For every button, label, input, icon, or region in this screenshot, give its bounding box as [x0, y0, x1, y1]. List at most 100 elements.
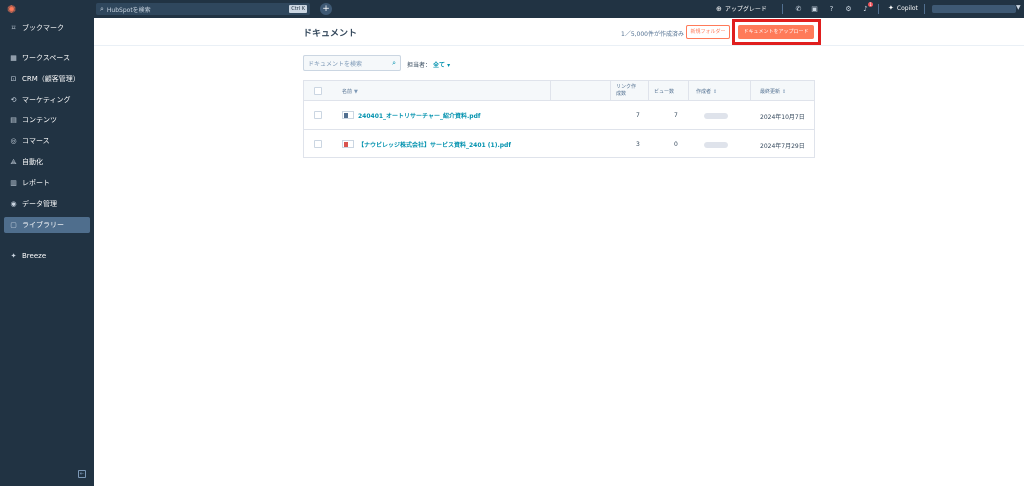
column-header-creator[interactable]: 作成者 ⇕ — [696, 88, 717, 95]
data-management-icon: ◉ — [10, 200, 17, 208]
column-divider — [648, 81, 649, 101]
help-icon[interactable]: ? — [827, 4, 836, 14]
topbar-divider — [924, 4, 925, 14]
view-count-cell: 0 — [674, 141, 678, 148]
updated-date-cell: 2024年7月29日 — [760, 143, 805, 150]
sort-icon: ⇕ — [713, 89, 718, 95]
select-all-checkbox[interactable] — [314, 87, 322, 95]
file-name-link[interactable]: 240401_オートリサーチャー_紹介資料.pdf — [358, 111, 480, 120]
bookmark-icon: ⌑ — [11, 24, 16, 32]
sort-desc-icon: ▼ — [354, 89, 358, 95]
column-divider — [610, 81, 611, 101]
main-content: ドキュメント 1／5,000件が作成済み 新規フォルダー ドキュメントをアップロ… — [94, 18, 1024, 486]
content-icon: ▤ — [10, 116, 17, 124]
sidebar: ✺ ⌑ ブックマーク ▦ ワークスペース ⊡ CRM（顧客管理） ⟲ マーケティ… — [0, 0, 94, 486]
table-header: 名前 ▼ リンク作成数 ビュー数 作成者 ⇕ 最終更新 ⇕ — [304, 81, 814, 101]
file-thumbnail — [342, 140, 354, 148]
document-count-text: 1／5,000件が作成済み — [621, 31, 684, 38]
sidebar-item-workspace[interactable]: ▦ ワークスペース — [4, 50, 90, 66]
sidebar-item-commerce[interactable]: ◎ コマース — [4, 133, 90, 149]
owner-filter-dropdown[interactable]: 全て ▾ — [433, 60, 450, 69]
search-icon[interactable]: ⌕ — [392, 59, 396, 68]
column-header-label: 最終更新 — [760, 89, 781, 95]
upgrade-label: アップグレード — [724, 6, 767, 13]
sidebar-item-content[interactable]: ▤ コンテンツ — [4, 112, 90, 128]
marketing-icon: ⟲ — [10, 96, 17, 104]
chevron-down-icon: ▾ — [447, 62, 451, 69]
file-name-link[interactable]: 【ナウビレッジ株式会社】サービス資料_2401 (1).pdf — [358, 140, 511, 149]
column-header-link-count[interactable]: リンク作成数 — [616, 84, 638, 98]
sidebar-item-label: ブックマーク — [22, 24, 64, 32]
account-menu[interactable] — [932, 5, 1016, 13]
automation-icon: ⟁ — [10, 157, 17, 166]
sidebar-item-reports[interactable]: ▥ レポート — [4, 175, 90, 191]
upgrade-button[interactable]: ⊕ アップグレード — [716, 4, 767, 14]
column-header-label: 名前 — [342, 89, 353, 95]
creator-avatar-blurred — [704, 142, 728, 148]
upgrade-icon: ⊕ — [716, 4, 722, 13]
column-header-updated[interactable]: 最終更新 ⇕ — [760, 88, 786, 95]
sidebar-item-automation[interactable]: ⟁ 自動化 — [4, 154, 90, 170]
table-row[interactable]: 240401_オートリサーチャー_紹介資料.pdf 7 7 2024年10月7日 — [304, 101, 814, 130]
sidebar-item-label: Breeze — [22, 252, 47, 260]
header-divider — [94, 45, 1024, 46]
copilot-button[interactable]: ✦ Copilot — [888, 4, 918, 12]
link-count-cell: 3 — [636, 141, 640, 148]
file-thumbnail-mark — [344, 142, 348, 147]
column-divider — [688, 81, 689, 101]
breeze-icon: ✦ — [10, 252, 17, 260]
sidebar-item-data-management[interactable]: ◉ データ管理 — [4, 196, 90, 212]
column-header-view-count[interactable]: ビュー数 — [654, 88, 674, 95]
creator-avatar-blurred — [704, 113, 728, 119]
owner-filter-value: 全て — [433, 62, 446, 69]
create-new-button[interactable]: + — [320, 3, 332, 15]
sidebar-item-marketing[interactable]: ⟲ マーケティング — [4, 92, 90, 108]
sidebar-item-library[interactable]: ▢ ライブラリー — [4, 217, 90, 233]
column-divider — [550, 81, 551, 101]
file-thumbnail-mark — [344, 113, 348, 118]
sidebar-item-label: ワークスペース — [22, 54, 70, 62]
sidebar-item-label: データ管理 — [22, 200, 57, 208]
search-shortcut-badge: Ctrl K — [289, 5, 307, 13]
top-navigation-bar: ⌕ HubSpotを検索 Ctrl K + ⊕ アップグレード ✆ ▣ ? ⚙ … — [94, 0, 1024, 18]
marketplace-icon[interactable]: ▣ — [810, 4, 819, 14]
search-icon: ⌕ — [100, 4, 104, 13]
sidebar-item-crm[interactable]: ⊡ CRM（顧客管理） — [4, 71, 90, 87]
sidebar-item-label: レポート — [22, 179, 50, 187]
settings-gear-icon[interactable]: ⚙ — [844, 4, 853, 14]
sidebar-item-label: 自動化 — [22, 158, 43, 166]
updated-date-cell: 2024年10月7日 — [760, 114, 805, 121]
sort-icon: ⇕ — [782, 89, 787, 95]
sidebar-item-label: マーケティング — [22, 96, 71, 104]
phone-icon[interactable]: ✆ — [794, 4, 803, 14]
notification-badge: 1 — [868, 2, 873, 7]
column-header-label: 作成者 — [696, 89, 712, 95]
document-search-input[interactable]: ドキュメントを検索 ⌕ — [303, 55, 401, 71]
topbar-divider — [878, 4, 879, 14]
topbar-divider — [782, 4, 783, 14]
new-folder-button[interactable]: 新規フォルダー — [686, 25, 730, 39]
sidebar-collapse-icon[interactable]: ⇤ — [78, 470, 86, 478]
view-count-cell: 7 — [674, 112, 678, 119]
row-checkbox[interactable] — [314, 140, 322, 148]
link-count-cell: 7 — [636, 112, 640, 119]
report-icon: ▥ — [10, 179, 17, 187]
document-search-placeholder: ドキュメントを検索 — [308, 60, 363, 68]
owner-filter-label: 担当者： — [407, 62, 432, 69]
copilot-sparkle-icon: ✦ — [888, 4, 894, 12]
hubspot-logo-icon[interactable]: ✺ — [7, 4, 19, 16]
crm-icon: ⊡ — [10, 75, 17, 83]
documents-table: 名前 ▼ リンク作成数 ビュー数 作成者 ⇕ 最終更新 ⇕ 240401_オートリサー… — [303, 80, 815, 158]
sidebar-item-bookmarks[interactable]: ⌑ ブックマーク — [4, 20, 90, 36]
table-row[interactable]: 【ナウビレッジ株式会社】サービス資料_2401 (1).pdf 3 0 2024… — [304, 130, 814, 159]
column-header-name[interactable]: 名前 ▼ — [342, 88, 358, 95]
column-divider — [750, 81, 751, 101]
copilot-label: Copilot — [896, 4, 918, 12]
chevron-down-icon[interactable]: ▼ — [1016, 4, 1021, 11]
sidebar-item-label: コマース — [22, 137, 50, 145]
row-checkbox[interactable] — [314, 111, 322, 119]
sidebar-item-breeze[interactable]: ✦ Breeze — [4, 248, 90, 264]
global-search-input[interactable]: ⌕ HubSpotを検索 Ctrl K — [96, 3, 310, 15]
sidebar-item-label: ライブラリー — [22, 221, 64, 229]
sidebar-item-label: CRM（顧客管理） — [22, 75, 80, 83]
